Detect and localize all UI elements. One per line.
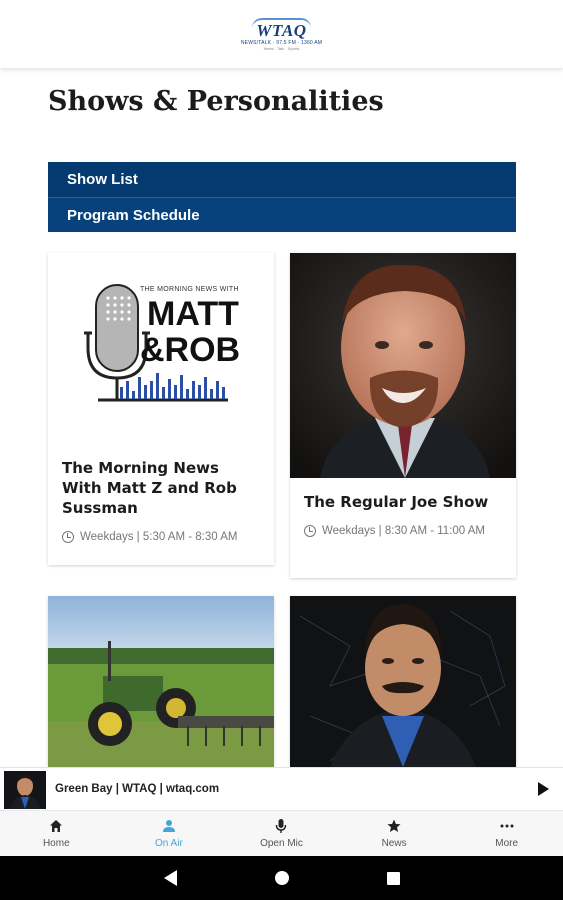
logo-tagline: News · Talk · Sports	[263, 45, 300, 51]
now-playing-thumbnail	[4, 771, 46, 809]
play-icon[interactable]	[538, 782, 549, 796]
person-icon	[162, 818, 176, 834]
show-card-farm[interactable]	[48, 596, 274, 767]
tab-on-air[interactable]: On Air	[113, 811, 226, 856]
logo-name-1: MATT	[147, 295, 239, 333]
home-button-icon[interactable]	[274, 871, 289, 885]
app-header: WTAQ NEWS/TALK · 97.5 FM · 1360 AM News …	[0, 0, 563, 68]
tab-news[interactable]: News	[338, 811, 451, 856]
bottom-tab-bar: Home On Air Open Mic News More	[0, 810, 563, 856]
logo-name-2: &ROB	[140, 331, 241, 369]
back-icon[interactable]	[163, 870, 177, 886]
tractor-photo	[48, 596, 274, 767]
now-playing-title: Green Bay | WTAQ | wtaq.com	[55, 783, 220, 795]
recent-apps-icon[interactable]	[386, 871, 400, 885]
menu-item-show-list[interactable]: Show List	[48, 162, 516, 197]
menu-item-program-schedule[interactable]: Program Schedule	[48, 197, 516, 232]
home-icon	[49, 818, 63, 834]
show-card-morning-news[interactable]: THE MORNING NEWS WITH MATT &ROB The Morn…	[48, 253, 274, 565]
tab-label: More	[495, 838, 519, 849]
tab-label: Home	[42, 838, 70, 849]
more-icon	[500, 818, 514, 834]
show-title[interactable]: The Regular Joe Show	[290, 492, 516, 512]
logo-subtitle: NEWS/TALK · 97.5 FM · 1360 AM	[240, 39, 323, 46]
host-portrait-image	[290, 253, 516, 478]
tab-label: On Air	[154, 838, 183, 849]
wtaq-logo[interactable]: WTAQ NEWS/TALK · 97.5 FM · 1360 AM News …	[240, 17, 323, 51]
now-playing-bar[interactable]: Green Bay | WTAQ | wtaq.com	[0, 767, 563, 810]
tab-label: News	[381, 838, 407, 849]
show-time: Weekdays | 8:30 AM - 11:00 AM	[290, 521, 516, 541]
tab-more[interactable]: More	[450, 811, 563, 856]
regular-joe-photo	[290, 253, 516, 478]
show-card-regular-joe[interactable]: The Regular Joe Show Weekdays | 8:30 AM …	[290, 253, 516, 578]
tab-home[interactable]: Home	[0, 811, 113, 856]
tab-open-mic[interactable]: Open Mic	[225, 811, 338, 856]
show-card-coast-to-coast[interactable]	[290, 596, 516, 767]
logo-text: WTAQ	[252, 17, 311, 39]
logo-tagline-text: THE MORNING NEWS WITH	[140, 286, 239, 293]
show-title[interactable]: The Morning News With Matt Z and Rob Sus…	[48, 458, 274, 518]
microphone-icon	[274, 818, 288, 834]
show-time-text: Weekdays | 5:30 AM - 8:30 AM	[80, 531, 238, 543]
system-navigation-bar	[0, 856, 563, 900]
morning-news-logo: THE MORNING NEWS WITH MATT &ROB	[48, 253, 274, 443]
host-portrait-image-2	[290, 596, 516, 767]
show-time: Weekdays | 5:30 AM - 8:30 AM	[48, 527, 274, 547]
app-screen: WTAQ NEWS/TALK · 97.5 FM · 1360 AM News …	[0, 0, 563, 900]
clock-icon	[304, 525, 316, 537]
clock-icon	[62, 531, 74, 543]
page-title: Shows & Personalities	[48, 86, 384, 117]
tab-label: Open Mic	[260, 838, 303, 849]
star-icon	[387, 818, 401, 834]
show-time-text: Weekdays | 8:30 AM - 11:00 AM	[322, 525, 486, 537]
shows-menu: Show List Program Schedule	[48, 162, 516, 232]
